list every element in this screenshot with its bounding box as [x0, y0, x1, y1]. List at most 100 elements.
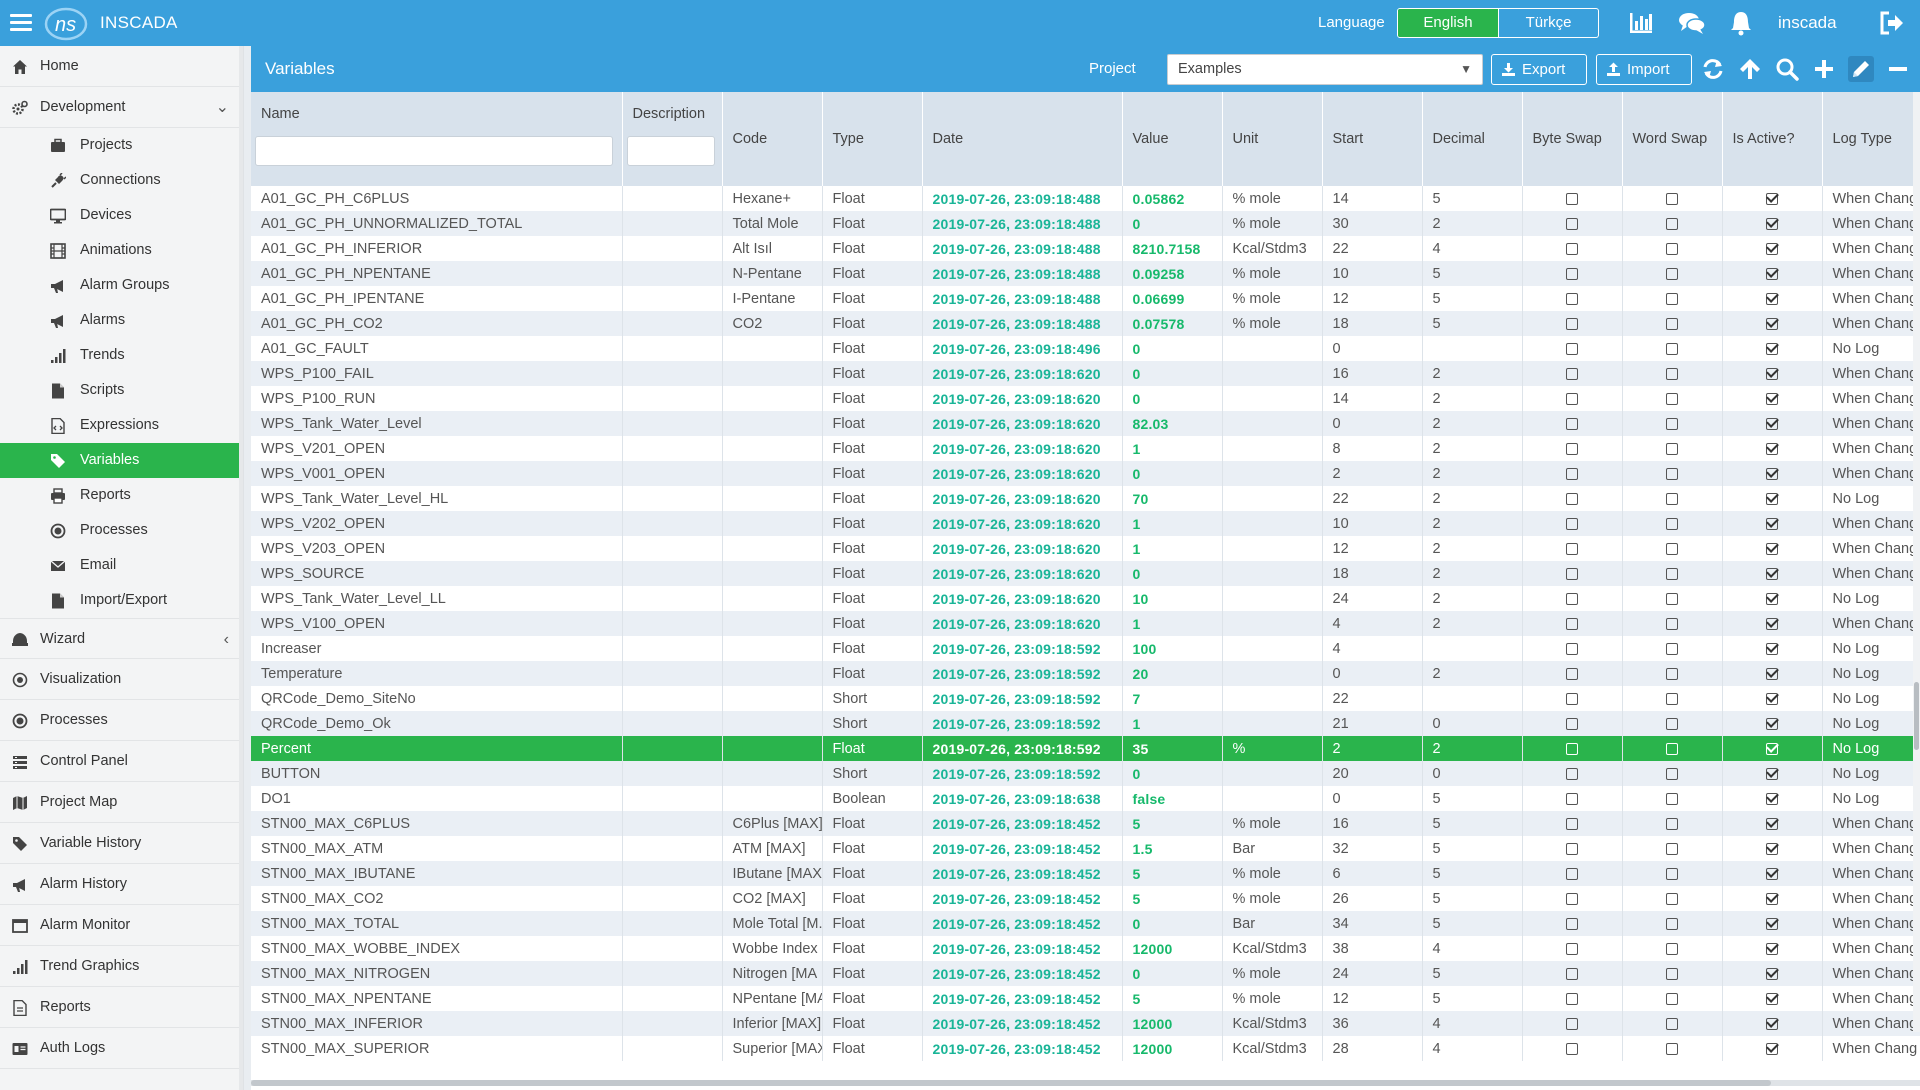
checkbox-unchecked[interactable]: [1566, 517, 1578, 530]
checkbox-checked[interactable]: [1766, 617, 1778, 630]
checkbox-checked[interactable]: [1766, 842, 1778, 855]
checkbox-unchecked[interactable]: [1566, 842, 1578, 855]
checkbox-unchecked[interactable]: [1566, 942, 1578, 955]
checkbox-unchecked[interactable]: [1666, 792, 1678, 805]
sidebar-subitem-animations[interactable]: Animations: [0, 233, 243, 268]
checkbox-unchecked[interactable]: [1566, 242, 1578, 255]
sidebar-item-processes[interactable]: Processes: [0, 700, 243, 741]
checkbox-unchecked[interactable]: [1666, 417, 1678, 430]
checkbox-unchecked[interactable]: [1566, 717, 1578, 730]
checkbox-unchecked[interactable]: [1566, 492, 1578, 505]
checkbox-checked[interactable]: [1766, 767, 1778, 780]
table-row[interactable]: STN00_MAX_NITROGEN Nitrogen [MA Float 2019-…: [251, 961, 1920, 986]
checkbox-unchecked[interactable]: [1666, 442, 1678, 455]
checkbox-unchecked[interactable]: [1666, 692, 1678, 705]
checkbox-unchecked[interactable]: [1666, 667, 1678, 680]
checkbox-checked[interactable]: [1766, 717, 1778, 730]
checkbox-checked[interactable]: [1766, 667, 1778, 680]
sidebar-subitem-devices[interactable]: Devices: [0, 198, 243, 233]
table-row[interactable]: WPS_P100_FAIL Float 2019-07-26, 23:09:18:6…: [251, 361, 1920, 386]
checkbox-unchecked[interactable]: [1666, 867, 1678, 880]
checkbox-unchecked[interactable]: [1566, 417, 1578, 430]
checkbox-checked[interactable]: [1766, 1042, 1778, 1055]
column-header-word-swap[interactable]: Word Swap: [1622, 92, 1723, 186]
table-row[interactable]: A01_GC_PH_C6PLUS Hexane+ Float 2019-07-26, …: [251, 186, 1920, 211]
import-button[interactable]: Import: [1596, 54, 1692, 85]
table-row[interactable]: WPS_Tank_Water_Level_LL Float 2019-07-26, …: [251, 586, 1920, 611]
checkbox-unchecked[interactable]: [1566, 317, 1578, 330]
table-row[interactable]: STN00_MAX_CO2 CO2 [MAX] Float 2019-07-26, 2…: [251, 886, 1920, 911]
table-row[interactable]: WPS_V202_OPEN Float 2019-07-26, 23:09:18:6…: [251, 511, 1920, 536]
checkbox-checked[interactable]: [1766, 467, 1778, 480]
sidebar-subitem-processes[interactable]: Processes: [0, 513, 243, 548]
checkbox-unchecked[interactable]: [1666, 942, 1678, 955]
table-row[interactable]: WPS_V201_OPEN Float 2019-07-26, 23:09:18:6…: [251, 436, 1920, 461]
checkbox-checked[interactable]: [1766, 417, 1778, 430]
plus-icon[interactable]: [1811, 56, 1837, 82]
column-header-description[interactable]: Description: [622, 92, 723, 186]
checkbox-checked[interactable]: [1766, 342, 1778, 355]
table-row[interactable]: A01_GC_PH_UNNORMALIZED_TOTAL Total Mole Fl…: [251, 211, 1920, 236]
checkbox-unchecked[interactable]: [1666, 842, 1678, 855]
checkbox-unchecked[interactable]: [1566, 542, 1578, 555]
checkbox-unchecked[interactable]: [1566, 992, 1578, 1005]
checkbox-checked[interactable]: [1766, 442, 1778, 455]
checkbox-checked[interactable]: [1766, 267, 1778, 280]
column-header-value[interactable]: Value: [1122, 92, 1223, 186]
checkbox-unchecked[interactable]: [1566, 617, 1578, 630]
checkbox-unchecked[interactable]: [1566, 967, 1578, 980]
checkbox-unchecked[interactable]: [1666, 242, 1678, 255]
table-row[interactable]: WPS_Tank_Water_Level Float 2019-07-26, 23:…: [251, 411, 1920, 436]
sidebar-subitem-import-export[interactable]: Import/Export: [0, 583, 243, 618]
table-row[interactable]: WPS_Tank_Water_Level_HL Float 2019-07-26, …: [251, 486, 1920, 511]
checkbox-unchecked[interactable]: [1666, 642, 1678, 655]
language-turkish-button[interactable]: Türkçe: [1498, 9, 1598, 37]
checkbox-unchecked[interactable]: [1666, 617, 1678, 630]
checkbox-unchecked[interactable]: [1666, 192, 1678, 205]
column-header-log-type[interactable]: Log Type: [1822, 92, 1920, 186]
checkbox-checked[interactable]: [1766, 392, 1778, 405]
sidebar-scrollbar[interactable]: [239, 46, 243, 1090]
checkbox-checked[interactable]: [1766, 292, 1778, 305]
checkbox-unchecked[interactable]: [1666, 817, 1678, 830]
arrow-up-icon[interactable]: [1737, 56, 1763, 82]
checkbox-unchecked[interactable]: [1666, 467, 1678, 480]
checkbox-checked[interactable]: [1766, 517, 1778, 530]
checkbox-unchecked[interactable]: [1566, 667, 1578, 680]
sidebar-item-alarm-history[interactable]: Alarm History: [0, 864, 243, 905]
sidebar-subitem-alarm-groups[interactable]: Alarm Groups: [0, 268, 243, 303]
table-row[interactable]: STN00_MAX_NPENTANE NPentane [MA Float 2019-…: [251, 986, 1920, 1011]
checkbox-checked[interactable]: [1766, 192, 1778, 205]
checkbox-unchecked[interactable]: [1566, 217, 1578, 230]
checkbox-unchecked[interactable]: [1666, 742, 1678, 755]
sidebar-item-trend-graphics[interactable]: Trend Graphics: [0, 946, 243, 987]
sidebar-item-project-map[interactable]: Project Map: [0, 782, 243, 823]
table-row[interactable]: WPS_SOURCE Float 2019-07-26, 23:09:18:620 0…: [251, 561, 1920, 586]
bar-chart-icon[interactable]: [1627, 9, 1655, 37]
sidebar-subitem-trends[interactable]: Trends: [0, 338, 243, 373]
comments-icon[interactable]: [1678, 9, 1706, 37]
checkbox-unchecked[interactable]: [1566, 917, 1578, 930]
table-row[interactable]: WPS_V203_OPEN Float 2019-07-26, 23:09:18:6…: [251, 536, 1920, 561]
bell-icon[interactable]: [1727, 9, 1755, 37]
checkbox-checked[interactable]: [1766, 792, 1778, 805]
checkbox-unchecked[interactable]: [1566, 467, 1578, 480]
checkbox-checked[interactable]: [1766, 542, 1778, 555]
edit-icon[interactable]: [1848, 56, 1874, 82]
sidebar-item-auth-logs[interactable]: Auth Logs: [0, 1028, 243, 1069]
vertical-scrollbar-thumb[interactable]: [1914, 682, 1919, 750]
checkbox-checked[interactable]: [1766, 692, 1778, 705]
sidebar-subitem-scripts[interactable]: Scripts: [0, 373, 243, 408]
column-header-decimal[interactable]: Decimal: [1422, 92, 1523, 186]
checkbox-unchecked[interactable]: [1666, 992, 1678, 1005]
table-row[interactable]: A01_GC_FAULT Float 2019-07-26, 23:09:18:49…: [251, 336, 1920, 361]
sidebar-subitem-alarms[interactable]: Alarms: [0, 303, 243, 338]
sidebar-subitem-reports[interactable]: Reports: [0, 478, 243, 513]
checkbox-checked[interactable]: [1766, 892, 1778, 905]
refresh-icon[interactable]: [1700, 56, 1726, 82]
project-select[interactable]: Examples ▼: [1167, 54, 1483, 85]
sidebar-item-control-panel[interactable]: Control Panel: [0, 741, 243, 782]
horizontal-scrollbar[interactable]: [251, 1080, 1920, 1086]
language-english-button[interactable]: English: [1398, 9, 1498, 37]
checkbox-unchecked[interactable]: [1666, 567, 1678, 580]
